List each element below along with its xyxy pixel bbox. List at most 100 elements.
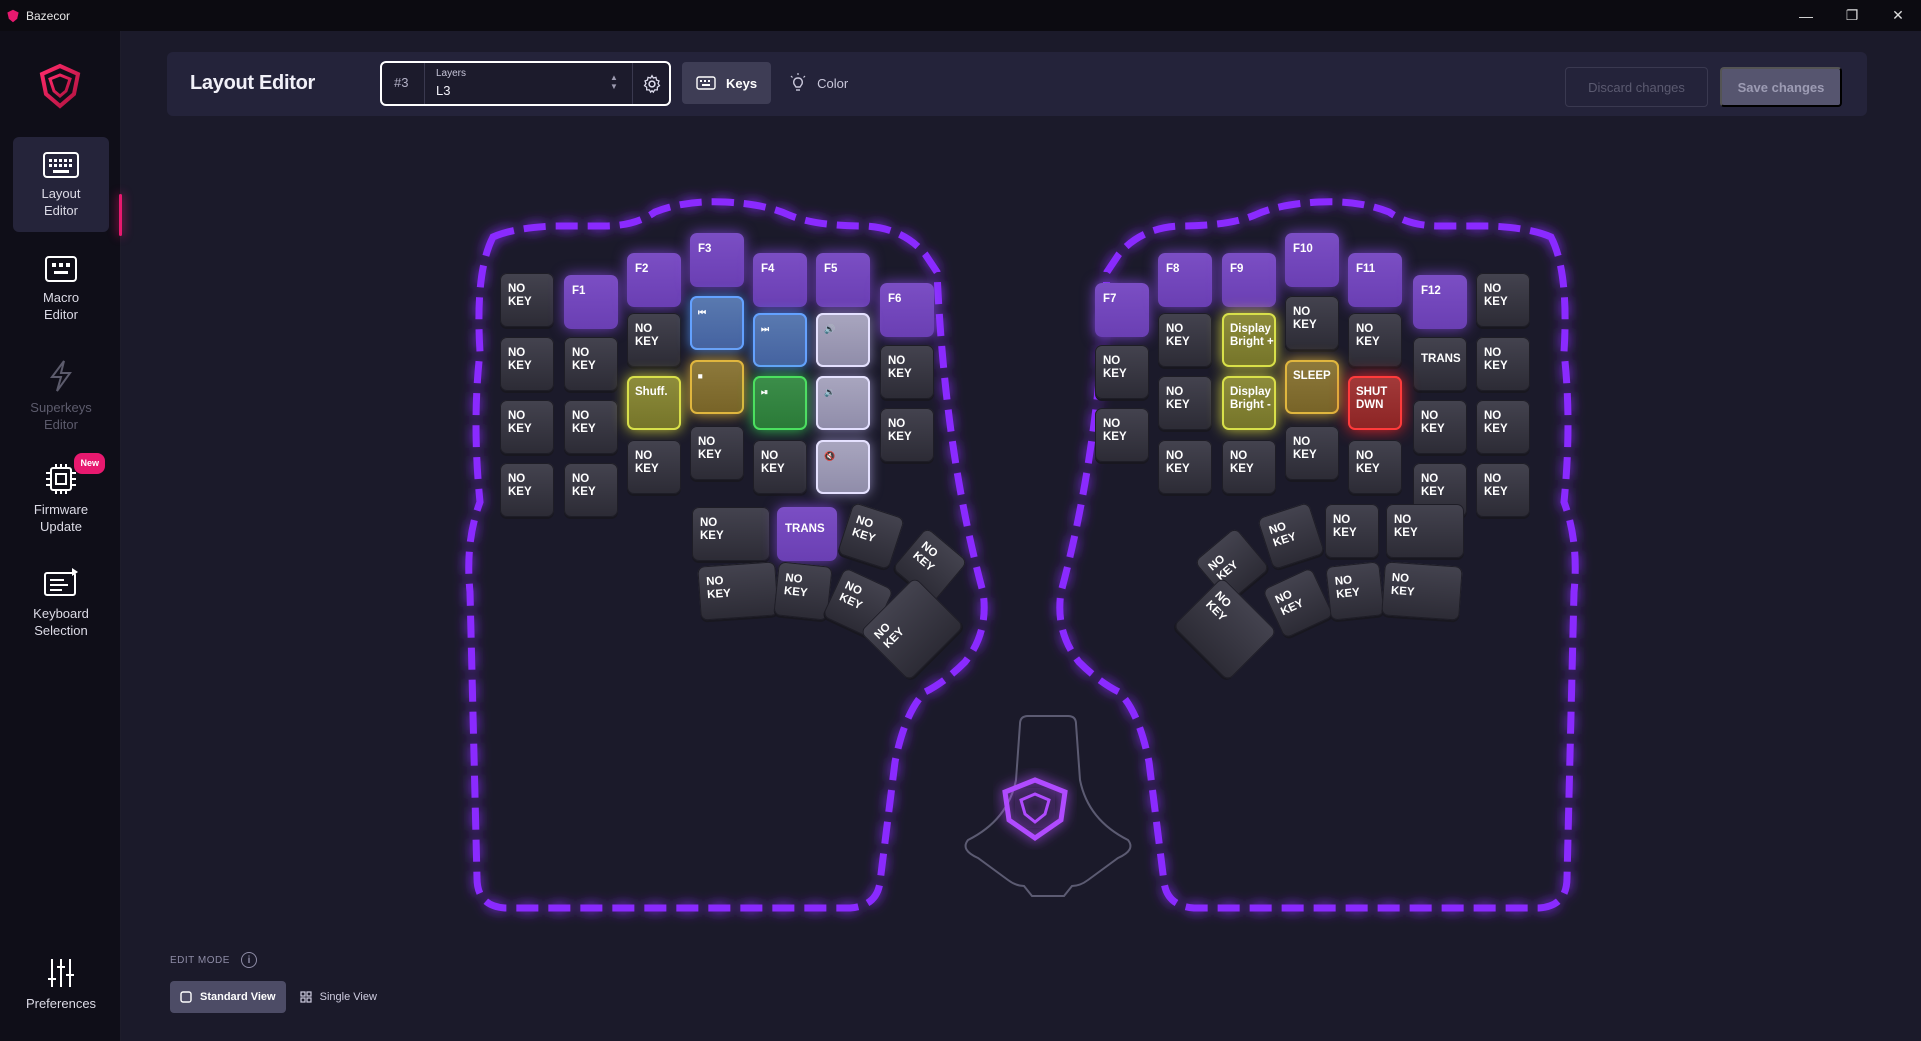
minimize-button[interactable]: —: [1783, 0, 1829, 31]
key-volume-down[interactable]: 🔉: [816, 376, 870, 430]
key-no-key[interactable]: NO KEY: [1158, 440, 1212, 494]
gear-icon: [643, 73, 661, 93]
info-icon[interactable]: i: [241, 952, 257, 968]
key-no-key[interactable]: NO KEY: [1222, 440, 1276, 494]
key-label: NO: [572, 347, 590, 359]
key-no-key[interactable]: NO KEY: [500, 337, 554, 391]
key-no-key[interactable]: NO KEY: [1476, 273, 1530, 327]
key-no-key[interactable]: NO KEY: [1386, 504, 1464, 558]
key-label: KEY: [635, 336, 659, 348]
key-label: NO: [1166, 386, 1184, 398]
key-no-key[interactable]: NO KEY: [690, 426, 744, 480]
next-track-icon: ⏭: [761, 324, 770, 334]
key-f6[interactable]: F6: [880, 283, 934, 337]
key-label: NO: [1230, 450, 1248, 462]
key-display-bright-plus[interactable]: Display Bright +: [1222, 313, 1276, 367]
sidebar-item-preferences[interactable]: Preferences: [13, 943, 109, 1038]
key-no-key[interactable]: NO KEY: [564, 337, 618, 391]
key-f5[interactable]: F5: [816, 253, 870, 307]
key-no-key[interactable]: NO KEY: [1476, 337, 1530, 391]
key-label: F7: [1103, 293, 1117, 305]
key-label: KEY: [1421, 423, 1445, 435]
sidebar-item-layout-editor[interactable]: Layout Editor: [13, 137, 109, 232]
key-label: NO: [888, 418, 906, 430]
key-no-key[interactable]: NO KEY: [697, 561, 779, 621]
key-f10[interactable]: F10: [1285, 233, 1339, 287]
key-prev-track[interactable]: ⏮: [690, 296, 744, 350]
key-no-key[interactable]: NO KEY: [880, 408, 934, 462]
tab-keys[interactable]: Keys: [682, 62, 772, 104]
layer-settings-button[interactable]: [632, 63, 671, 104]
key-no-key[interactable]: NO KEY: [500, 463, 554, 517]
single-view-button[interactable]: Single View: [290, 981, 387, 1013]
key-label: KEY: [572, 360, 596, 372]
key-shuffle[interactable]: Shuff.: [627, 376, 681, 430]
key-no-key[interactable]: NO KEY: [627, 440, 681, 494]
key-f9[interactable]: F9: [1222, 253, 1276, 307]
sidebar-item-firmware-update[interactable]: New Firmware Update: [13, 449, 109, 544]
key-no-key[interactable]: NO KEY: [1413, 400, 1467, 454]
key-label: NO: [1391, 571, 1410, 586]
sidebar-item-superkeys-editor[interactable]: Superkeys Editor: [13, 345, 109, 440]
key-no-key[interactable]: NO KEY: [500, 273, 554, 327]
key-f8[interactable]: F8: [1158, 253, 1212, 307]
key-f7[interactable]: F7: [1095, 283, 1149, 337]
key-no-key[interactable]: NO KEY: [1476, 463, 1530, 517]
key-sleep[interactable]: SLEEP: [1285, 360, 1339, 414]
key-no-key[interactable]: NO KEY: [1381, 561, 1463, 621]
key-no-key[interactable]: NO KEY: [692, 507, 770, 561]
key-mute[interactable]: 🔇: [816, 440, 870, 494]
key-no-key[interactable]: NO KEY: [1325, 504, 1379, 558]
key-trans[interactable]: TRANS: [1413, 337, 1467, 391]
standard-view-button[interactable]: Standard View: [170, 981, 286, 1013]
key-shutdown[interactable]: SHUT DWN: [1348, 376, 1402, 430]
tab-color[interactable]: Color: [775, 62, 862, 104]
keyboard-select-icon: [44, 568, 78, 596]
key-display-bright-minus[interactable]: Display Bright -: [1222, 376, 1276, 430]
key-no-key[interactable]: NO KEY: [627, 313, 681, 367]
sidebar-item-keyboard-selection[interactable]: Keyboard Selection: [13, 553, 109, 648]
key-no-key[interactable]: NO KEY: [1095, 408, 1149, 462]
key-no-key[interactable]: NO KEY: [1476, 400, 1530, 454]
key-no-key[interactable]: NO KEY: [1285, 296, 1339, 350]
key-volume-up[interactable]: 🔊: [816, 313, 870, 367]
close-button[interactable]: ✕: [1875, 0, 1921, 31]
key-no-key[interactable]: NO KEY: [564, 463, 618, 517]
key-no-key[interactable]: NO KEY: [753, 440, 807, 494]
key-next-track[interactable]: ⏭: [753, 313, 807, 367]
layer-selector[interactable]: #3 Layers L3 ▲ ▼: [380, 61, 671, 106]
key-label: NO: [700, 517, 718, 529]
key-trans[interactable]: TRANS: [777, 507, 837, 561]
key-label: SLEEP: [1293, 370, 1331, 382]
key-label: TRANS: [1421, 353, 1461, 365]
key-f4[interactable]: F4: [753, 253, 807, 307]
key-play-pause[interactable]: ⏯: [753, 376, 807, 430]
key-no-key[interactable]: NO KEY: [1285, 426, 1339, 480]
save-changes-button[interactable]: Save changes: [1720, 67, 1842, 107]
key-label: NO: [1103, 355, 1121, 367]
key-no-key[interactable]: NO KEY: [1325, 561, 1385, 621]
key-no-key[interactable]: NO KEY: [500, 400, 554, 454]
key-f11[interactable]: F11: [1348, 253, 1402, 307]
key-no-key[interactable]: NO KEY: [1095, 345, 1149, 399]
key-label: KEY: [888, 431, 912, 443]
key-stop[interactable]: ⏹: [690, 360, 744, 414]
key-no-key[interactable]: NO KEY: [1348, 440, 1402, 494]
key-f2[interactable]: F2: [627, 253, 681, 307]
sidebar-item-label: Editor: [44, 203, 78, 218]
key-label: NO: [1484, 410, 1502, 422]
key-no-key[interactable]: NO KEY: [1348, 313, 1402, 367]
chevron-updown-icon[interactable]: ▲ ▼: [610, 73, 618, 91]
key-no-key[interactable]: NO KEY: [1158, 313, 1212, 367]
key-f12[interactable]: F12: [1413, 275, 1467, 329]
sidebar-item-macro-editor[interactable]: Macro Editor: [13, 241, 109, 336]
key-no-key[interactable]: NO KEY: [564, 400, 618, 454]
key-f1[interactable]: F1: [564, 275, 618, 329]
restore-button[interactable]: ❐: [1829, 0, 1875, 31]
key-no-key[interactable]: NO KEY: [1158, 376, 1212, 430]
key-f3[interactable]: F3: [690, 233, 744, 287]
discard-changes-button[interactable]: Discard changes: [1565, 67, 1708, 107]
key-no-key[interactable]: NO KEY: [880, 345, 934, 399]
page-title: Layout Editor: [190, 72, 315, 94]
sidebar-item-label: Editor: [44, 307, 78, 322]
